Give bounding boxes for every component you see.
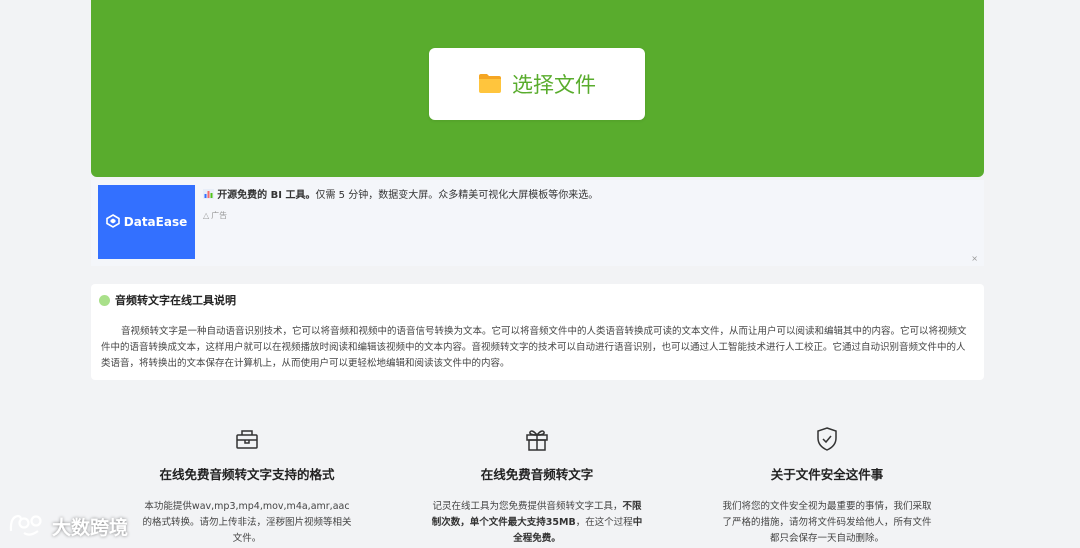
ad-tag-label: 广告 (211, 211, 228, 220)
dataease-logo[interactable]: DataEase (98, 185, 195, 259)
feature-security-text: 我们将您的文件安全视为最重要的事情，我们采取了严格的措施，请勿将文件码发给他人，… (722, 501, 932, 544)
ad-close-button[interactable]: × (971, 254, 978, 263)
feature-free-title: 在线免费音频转文字 (480, 467, 594, 482)
dataease-logo-text: DataEase (123, 215, 188, 229)
ad-headline[interactable]: 开源免费的 BI 工具。仅需 5 分钟，数据变大屏。众多精美可视化大屏模板等你来… (203, 186, 598, 201)
description-body: 音视频转文字是一种自动语音识别技术，它可以将音频和视频中的语音信号转换为文本。它… (101, 326, 967, 369)
feature-formats-title: 在线免费音频转文字支持的格式 (159, 467, 335, 482)
ad-tag: △ 广告 (203, 210, 227, 221)
upload-area[interactable]: 选择文件 (91, 0, 984, 177)
feature-formats: 在线免费音频转文字支持的格式 本功能提供wav,mp3,mp4,mov,m4a,… (112, 426, 382, 547)
watermark-text: 大数跨境 (52, 517, 129, 539)
feature-formats-text: 本功能提供wav,mp3,mp4,mov,m4a,amr,aac的格式转换。请勿… (142, 501, 352, 544)
ad-banner[interactable]: DataEase 开源免费的 BI 工具。仅需 5 分钟，数据变大屏。众多精美可… (91, 180, 984, 266)
description-title-text: 音频转文字在线工具说明 (115, 294, 236, 307)
watermark: 大数跨境 (8, 511, 128, 542)
shield-check-icon (692, 426, 962, 452)
bar-chart-icon (203, 189, 217, 201)
green-dot-icon (99, 294, 110, 306)
feature-free-text-a: 记灵在线工具为您免费提供音频转文字工具， (432, 501, 623, 512)
feature-security-title: 关于文件安全这件事 (770, 467, 884, 482)
feature-free-text: 记灵在线工具为您免费提供音频转文字工具，不限制次数，单个文件最大支持35MB，在… (431, 499, 643, 547)
gift-icon (402, 426, 672, 452)
triangle-icon: △ (203, 211, 210, 220)
select-file-label: 选择文件 (512, 74, 596, 97)
folder-icon (478, 72, 502, 97)
tool-description: 音频转文字在线工具说明 音视频转文字是一种自动语音识别技术，它可以将音频和视频中… (91, 284, 984, 380)
formats-icon (112, 426, 382, 452)
feature-free: 在线免费音频转文字 记灵在线工具为您免费提供音频转文字工具，不限制次数，单个文件… (402, 426, 672, 547)
feature-free-text-c: ，在这个过程 (575, 517, 633, 528)
select-file-button[interactable]: 选择文件 (429, 48, 645, 120)
dataease-logo-icon (105, 213, 120, 232)
ad-headline-bold: 开源免费的 BI 工具。 (217, 190, 316, 201)
ad-headline-rest: 仅需 5 分钟，数据变大屏。众多精美可视化大屏模板等你来选。 (315, 190, 599, 201)
feature-security: 关于文件安全这件事 我们将您的文件安全视为最重要的事情，我们采取了严格的措施，请… (692, 426, 962, 547)
watermark-logo-icon (8, 511, 46, 542)
description-title: 音频转文字在线工具说明 (99, 292, 236, 308)
